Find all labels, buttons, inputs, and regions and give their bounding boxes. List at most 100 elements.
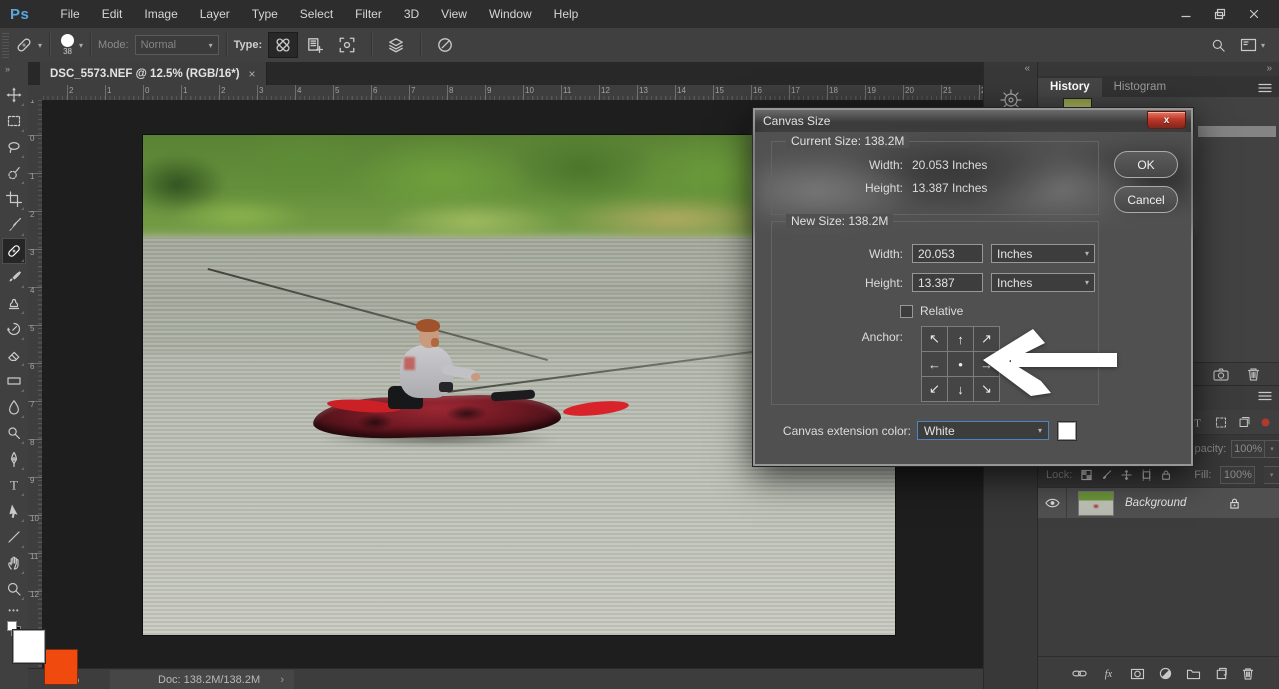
tool-move[interactable] bbox=[2, 82, 26, 108]
layer-name[interactable]: Background bbox=[1125, 497, 1186, 509]
new-layer-icon[interactable] bbox=[1215, 667, 1228, 680]
tool-path-selection[interactable] bbox=[2, 498, 26, 524]
background-color-swatch[interactable] bbox=[44, 649, 78, 685]
dialog-title-bar[interactable]: Canvas Size bbox=[755, 110, 1191, 132]
tool-zoom[interactable] bbox=[2, 576, 26, 602]
tool-preset-picker[interactable]: ▾ bbox=[15, 36, 42, 54]
menu-view[interactable]: View bbox=[432, 3, 476, 25]
tool-eraser[interactable] bbox=[2, 342, 26, 368]
tool-quick-selection[interactable] bbox=[2, 160, 26, 186]
brush-picker[interactable]: 38 ▾ bbox=[57, 34, 83, 56]
filter-toggle-icon[interactable] bbox=[1261, 418, 1270, 427]
tab-history[interactable]: History bbox=[1038, 78, 1102, 97]
type-content-aware-button[interactable] bbox=[268, 32, 298, 58]
extension-color-swatch[interactable] bbox=[1058, 422, 1076, 440]
new-width-unit-dropdown[interactable]: Inches ▾ bbox=[991, 244, 1095, 263]
relative-checkbox[interactable] bbox=[900, 305, 913, 318]
foreground-color-swatch[interactable] bbox=[13, 630, 45, 663]
expand-toolbar-button[interactable]: » bbox=[0, 62, 28, 76]
new-width-input[interactable]: 20.053 bbox=[912, 244, 983, 263]
history-state-row[interactable] bbox=[1198, 126, 1276, 137]
status-chevron-icon[interactable]: › bbox=[280, 674, 284, 686]
menu-select[interactable]: Select bbox=[291, 3, 342, 25]
tool-clone-stamp[interactable] bbox=[2, 290, 26, 316]
menu-file[interactable]: File bbox=[51, 3, 88, 25]
document-tab[interactable]: DSC_5573.NEF @ 12.5% (RGB/16*) × bbox=[40, 62, 267, 85]
horizontal-ruler[interactable]: 21012345678910111213141516171819202122 bbox=[42, 85, 983, 101]
menu-layer[interactable]: Layer bbox=[191, 3, 239, 25]
tool-history-brush[interactable] bbox=[2, 316, 26, 342]
new-height-input[interactable]: 13.387 bbox=[912, 273, 983, 292]
workspace-switcher[interactable]: ▾ bbox=[1240, 38, 1265, 52]
anchor-left[interactable]: ← bbox=[922, 352, 947, 376]
options-bar-grip[interactable] bbox=[2, 32, 9, 58]
tool-lasso[interactable] bbox=[2, 134, 26, 160]
panel-menu-icon[interactable] bbox=[1258, 391, 1272, 401]
canvas-extension-dropdown[interactable]: White ▾ bbox=[917, 421, 1049, 440]
tool-eyedropper[interactable] bbox=[2, 212, 26, 238]
expand-dock-button[interactable]: « bbox=[984, 62, 1038, 76]
restore-button[interactable] bbox=[1207, 5, 1233, 23]
panel-menu-icon[interactable] bbox=[1258, 83, 1272, 93]
tool-spot-healing-brush[interactable] bbox=[2, 238, 26, 264]
delete-state-trash-icon[interactable] bbox=[1247, 367, 1260, 381]
search-icon[interactable] bbox=[1211, 38, 1226, 53]
anchor-center[interactable]: • bbox=[948, 352, 973, 376]
minimize-button[interactable] bbox=[1173, 5, 1199, 23]
layer-style-fx-icon[interactable]: fx bbox=[1101, 667, 1116, 680]
lock-artboard-icon[interactable] bbox=[1141, 469, 1152, 481]
tab-histogram[interactable]: Histogram bbox=[1102, 78, 1178, 97]
filter-shape-icon[interactable] bbox=[1214, 416, 1228, 429]
cancel-button[interactable]: Cancel bbox=[1114, 186, 1178, 213]
close-button[interactable] bbox=[1241, 5, 1267, 23]
opacity-value[interactable]: 100% bbox=[1231, 440, 1265, 458]
menu-edit[interactable]: Edit bbox=[93, 3, 132, 25]
document-size-field[interactable]: Doc: 138.2M/138.2M › bbox=[110, 670, 294, 689]
dialog-close-button[interactable]: x bbox=[1147, 111, 1186, 129]
sample-all-layers-button[interactable] bbox=[381, 32, 411, 58]
edit-toolbar-button[interactable]: ••• bbox=[0, 606, 28, 615]
menu-help[interactable]: Help bbox=[545, 3, 588, 25]
fill-value[interactable]: 100% bbox=[1220, 466, 1255, 484]
tool-brush[interactable] bbox=[2, 264, 26, 290]
menu-filter[interactable]: Filter bbox=[346, 3, 391, 25]
add-mask-icon[interactable] bbox=[1130, 668, 1145, 680]
vertical-ruler[interactable]: 1012345678910111213 bbox=[28, 100, 43, 668]
ok-button[interactable]: OK bbox=[1114, 151, 1178, 178]
tool-line[interactable] bbox=[2, 524, 26, 550]
tool-pen[interactable] bbox=[2, 446, 26, 472]
new-snapshot-camera-icon[interactable] bbox=[1213, 368, 1229, 381]
layer-thumbnail[interactable] bbox=[1078, 491, 1114, 516]
collapse-dock-button[interactable]: » bbox=[1038, 62, 1279, 76]
lock-pixels-brush-icon[interactable] bbox=[1101, 469, 1112, 481]
chevron-down-icon[interactable]: ▾ bbox=[1264, 466, 1279, 484]
tool-rectangular-marquee[interactable] bbox=[2, 108, 26, 134]
anchor-top-left[interactable]: ↖ bbox=[922, 327, 947, 351]
lock-all-icon[interactable] bbox=[1161, 469, 1171, 481]
chevron-down-icon[interactable]: ▾ bbox=[1265, 440, 1279, 458]
tool-gradient[interactable] bbox=[2, 368, 26, 394]
layer-visibility-toggle[interactable] bbox=[1038, 488, 1067, 518]
adjustment-layer-icon[interactable] bbox=[1159, 667, 1172, 680]
type-create-texture-button[interactable] bbox=[300, 32, 330, 58]
filter-smart-object-icon[interactable] bbox=[1238, 415, 1251, 429]
tool-hand[interactable] bbox=[2, 550, 26, 576]
pressure-size-button[interactable] bbox=[430, 32, 460, 58]
menu-3d[interactable]: 3D bbox=[395, 3, 428, 25]
menu-type[interactable]: Type bbox=[243, 3, 287, 25]
anchor-bottom[interactable]: ↓ bbox=[948, 377, 973, 401]
layer-row-background[interactable]: Background bbox=[1038, 488, 1279, 518]
tool-crop[interactable] bbox=[2, 186, 26, 212]
link-layers-icon[interactable] bbox=[1072, 669, 1087, 678]
lock-transparency-icon[interactable] bbox=[1081, 469, 1092, 481]
mode-dropdown[interactable]: Normal ▾ bbox=[135, 35, 219, 55]
delete-layer-trash-icon[interactable] bbox=[1242, 667, 1254, 680]
new-group-folder-icon[interactable] bbox=[1186, 668, 1201, 680]
new-height-unit-dropdown[interactable]: Inches ▾ bbox=[991, 273, 1095, 292]
anchor-top[interactable]: ↑ bbox=[948, 327, 973, 351]
tool-type[interactable]: T bbox=[2, 472, 26, 498]
tool-blur[interactable] bbox=[2, 394, 26, 420]
tool-dodge[interactable] bbox=[2, 420, 26, 446]
tab-close-icon[interactable]: × bbox=[249, 67, 256, 81]
type-proximity-match-button[interactable] bbox=[332, 32, 362, 58]
